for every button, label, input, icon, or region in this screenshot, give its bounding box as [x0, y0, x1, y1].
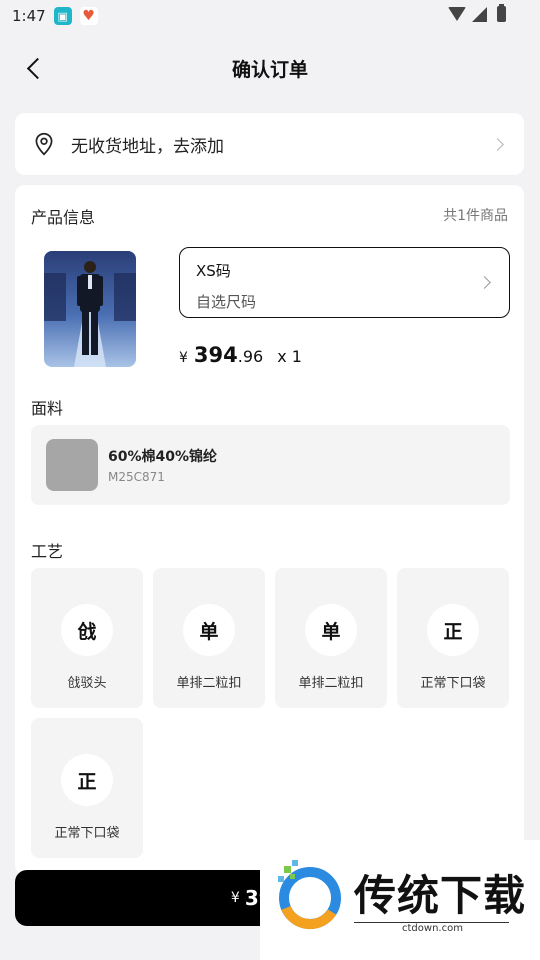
craft-label: 正常下口袋	[54, 826, 120, 841]
location-pin-icon	[35, 132, 53, 156]
quantity: x 1	[277, 347, 302, 366]
watermark: 传统下载 ctdown.com	[260, 840, 540, 960]
heart-notification-icon: ♥	[79, 7, 98, 25]
status-indicators	[448, 4, 506, 22]
craft-item[interactable]: 正 正常下口袋	[397, 568, 509, 708]
signal-icon	[472, 6, 487, 22]
fabric-name: 60%棉40%锦纶	[108, 449, 218, 465]
product-price: ¥ 394 .96 x 1	[179, 343, 302, 367]
craft-icon: 正	[427, 604, 479, 656]
craft-section-title: 工艺	[31, 542, 64, 561]
suit-model-photo	[44, 251, 136, 367]
currency-symbol: ¥	[179, 350, 188, 366]
address-text: 无收货地址，去添加	[71, 136, 224, 157]
size-hint: 自选尺码	[196, 293, 257, 311]
craft-icon: 正	[61, 754, 113, 806]
craft-item[interactable]: 单 单排二粒扣	[153, 568, 265, 708]
page-title: 确认订单	[231, 58, 308, 81]
price-integer: 394	[193, 343, 238, 367]
fabric-code: M25C871	[108, 470, 165, 484]
fabric-swatch	[46, 439, 98, 491]
wifi-icon	[448, 7, 466, 21]
craft-label: 正常下口袋	[420, 676, 486, 691]
craft-item[interactable]: 正 正常下口袋	[31, 718, 143, 858]
battery-icon	[497, 4, 506, 22]
fabric-section-title: 面料	[31, 399, 64, 418]
status-time: 1:47	[12, 7, 46, 25]
app-notification-icon: ▣	[53, 7, 72, 25]
product-section-title: 产品信息	[31, 208, 96, 227]
craft-icon: 单	[305, 604, 357, 656]
product-image[interactable]	[44, 251, 136, 367]
watermark-text: 传统下载	[354, 871, 527, 920]
craft-label: 单排二粒扣	[298, 676, 364, 691]
fabric-item[interactable]: 60%棉40%锦纶 M25C871	[31, 425, 510, 505]
watermark-logo-icon	[278, 860, 341, 930]
nav-bar: 确认订单	[0, 40, 540, 96]
chevron-right-icon	[491, 137, 504, 151]
status-bar: 1:47 ▣ ♥	[0, 0, 540, 32]
watermark-url: ctdown.com	[398, 923, 467, 934]
product-card: 产品信息 共1件商品 XS码 自选尺码 ¥ 394 .96 x 1 面料 60%…	[15, 185, 524, 875]
size-selector[interactable]: XS码 自选尺码	[179, 247, 510, 318]
craft-label: 单排二粒扣	[176, 676, 242, 691]
craft-icon: 戗	[61, 604, 113, 656]
craft-label: 戗驳头	[67, 676, 107, 691]
craft-icon: 单	[183, 604, 235, 656]
price-decimal: .96	[237, 347, 264, 366]
chevron-left-icon	[26, 57, 48, 79]
back-button[interactable]	[18, 52, 50, 84]
product-count: 共1件商品	[443, 208, 508, 224]
craft-item[interactable]: 戗 戗驳头	[31, 568, 143, 708]
checkout-currency: ¥	[230, 890, 240, 906]
add-address-row[interactable]: 无收货地址，去添加	[15, 113, 524, 175]
craft-item[interactable]: 单 单排二粒扣	[275, 568, 387, 708]
size-value: XS码	[196, 262, 231, 280]
